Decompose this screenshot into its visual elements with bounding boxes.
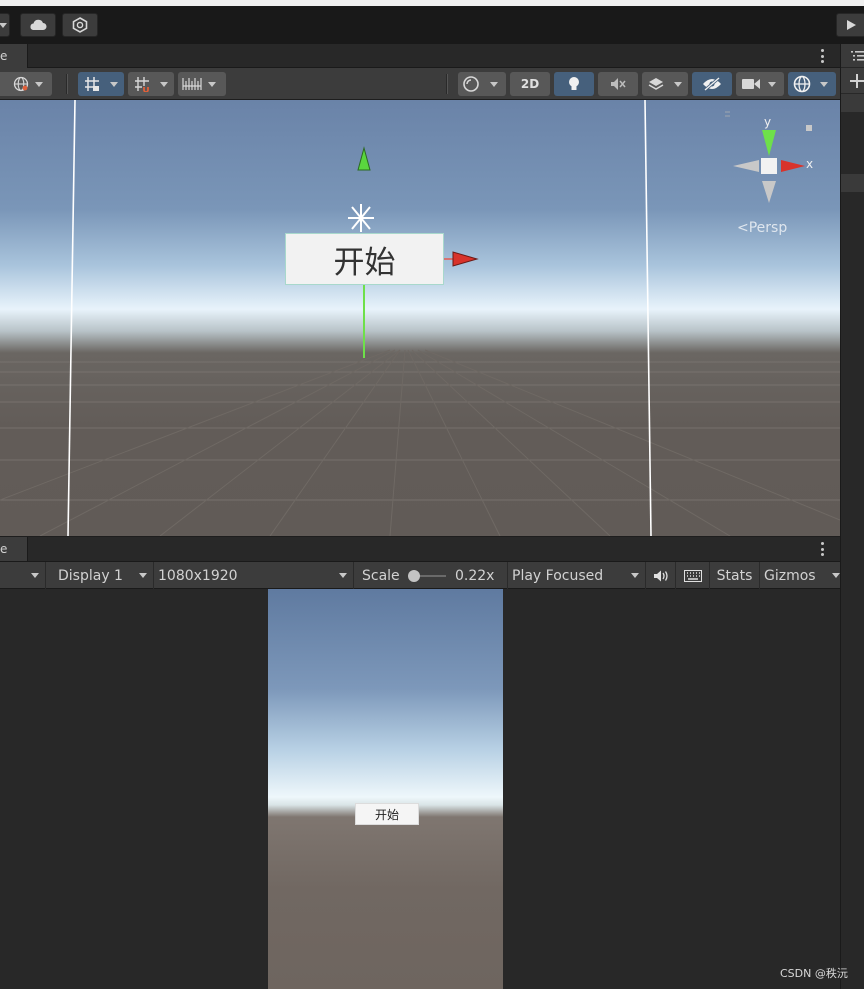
game-ui-button-label: 开始	[374, 807, 399, 822]
display-label: Display 1	[58, 567, 123, 584]
persp-label[interactable]: <Persp	[737, 220, 787, 236]
tab-scene[interactable]: e	[0, 44, 28, 68]
scale-value: 0.22x	[455, 567, 495, 584]
game-screen[interactable]: 开始	[268, 589, 503, 989]
scene-visibility-toggle[interactable]	[692, 72, 732, 96]
hierarchy-row[interactable]	[841, 94, 864, 112]
audio-toggle[interactable]	[598, 72, 638, 96]
hierarchy-panel	[840, 44, 864, 989]
chevron-down-icon	[339, 573, 347, 578]
mode-2d-toggle[interactable]: 2D	[510, 72, 550, 96]
play-mode-dropdown[interactable]: Play Focused	[508, 562, 646, 589]
draw-mode-dropdown[interactable]	[458, 72, 506, 96]
toolbar-separator	[446, 74, 448, 94]
game-more-icon[interactable]	[820, 542, 824, 556]
hierarchy-tab[interactable]	[841, 44, 864, 67]
magnet-grid-icon	[135, 77, 149, 92]
display-dropdown[interactable]: Display 1	[46, 562, 154, 589]
chevron-down-icon	[832, 573, 840, 578]
layers-icon	[648, 78, 664, 90]
scene-ui-button[interactable]: 开始	[285, 233, 444, 285]
gizmo-globe-icon	[793, 75, 811, 93]
game-tab-label: e	[0, 542, 8, 556]
collab-button[interactable]	[62, 13, 98, 37]
chevron-down-icon	[35, 81, 43, 87]
cloud-icon	[30, 19, 47, 30]
resolution-dropdown[interactable]: 1080x1920	[154, 562, 354, 589]
stats-button[interactable]: Stats	[710, 562, 760, 589]
gizmo-axis-x-label: x	[806, 157, 814, 171]
chevron-down-icon	[31, 573, 39, 578]
hierarchy-row[interactable]	[841, 174, 864, 192]
eye-slash-icon	[703, 77, 721, 91]
plus-icon[interactable]	[850, 74, 864, 88]
play-mode-label: Play Focused	[512, 567, 604, 584]
watermark: CSDN @秩沅	[780, 967, 848, 980]
chevron-down-icon	[490, 81, 498, 87]
chevron-down-icon	[208, 81, 216, 87]
chevron-down-icon	[768, 81, 776, 87]
shaded-sphere-icon	[463, 76, 479, 92]
globe-icon	[13, 76, 29, 92]
game-view-dropdown[interactable]	[0, 562, 46, 589]
camera-icon	[742, 79, 760, 89]
light-bulb-icon	[569, 77, 579, 90]
effects-dropdown[interactable]	[642, 72, 688, 96]
grid-snap-icon	[85, 77, 99, 91]
chevron-down-icon	[0, 22, 7, 28]
gizmos-toggle[interactable]: Gizmos	[760, 562, 840, 589]
tab-game[interactable]: e	[0, 537, 28, 561]
cloud-button[interactable]	[20, 13, 56, 37]
chevron-down-icon	[674, 81, 682, 87]
camera-dropdown[interactable]	[736, 72, 784, 96]
ruler-button[interactable]	[178, 72, 226, 96]
game-ui-button[interactable]: 开始	[355, 803, 419, 825]
toolbar-separator	[66, 74, 68, 94]
scale-slider[interactable]	[408, 570, 446, 582]
scene-ui-button-label: 开始	[333, 244, 396, 281]
speaker-icon	[653, 570, 668, 581]
mute-icon	[611, 78, 626, 90]
gizmos-label: Gizmos	[764, 567, 816, 584]
account-dropdown-button[interactable]	[0, 13, 10, 37]
game-view: 开始	[0, 589, 840, 989]
scale-label: Scale	[362, 567, 400, 584]
resolution-label: 1080x1920	[158, 567, 238, 584]
scene-grid-svg	[0, 100, 840, 536]
hierarchy-toolbar	[841, 67, 864, 93]
game-tabbar: e	[0, 537, 840, 561]
ruler-icon	[182, 78, 202, 90]
chevron-down-icon	[820, 81, 828, 87]
chevron-down-icon	[631, 573, 639, 578]
play-button[interactable]	[836, 13, 864, 37]
shortcuts-button[interactable]	[676, 562, 710, 589]
scene-more-icon[interactable]	[820, 49, 824, 63]
unity-services-icon	[72, 17, 88, 33]
scale-control: Scale 0.22x	[354, 562, 508, 589]
lighting-toggle[interactable]	[554, 72, 594, 96]
scene-tabbar: e	[0, 44, 840, 68]
chevron-down-icon	[110, 81, 118, 87]
game-toolbar: Display 1 1080x1920 Scale 0.22x Play Foc…	[0, 561, 840, 589]
main-toolbar	[0, 6, 864, 44]
stats-label: Stats	[716, 567, 753, 584]
mute-audio-button[interactable]	[646, 562, 676, 589]
chevron-down-icon	[139, 573, 147, 578]
list-icon	[851, 51, 864, 61]
grid-snapping-button[interactable]	[78, 72, 124, 96]
scene-tab-label: e	[0, 49, 8, 63]
scene-viewport[interactable]: 开始 y x <Persp	[0, 100, 840, 536]
scene-toolbar: 2D	[0, 68, 840, 100]
gizmos-dropdown[interactable]	[788, 72, 836, 96]
mode-2d-label: 2D	[520, 77, 540, 91]
gizmo-axis-y-label: y	[764, 115, 772, 129]
global-pivot-dropdown[interactable]	[0, 72, 52, 96]
keyboard-icon	[683, 569, 702, 582]
chevron-down-icon	[160, 81, 168, 87]
scale-slider-thumb[interactable]	[408, 570, 420, 582]
play-icon	[847, 20, 856, 30]
increment-snapping-button[interactable]	[128, 72, 174, 96]
